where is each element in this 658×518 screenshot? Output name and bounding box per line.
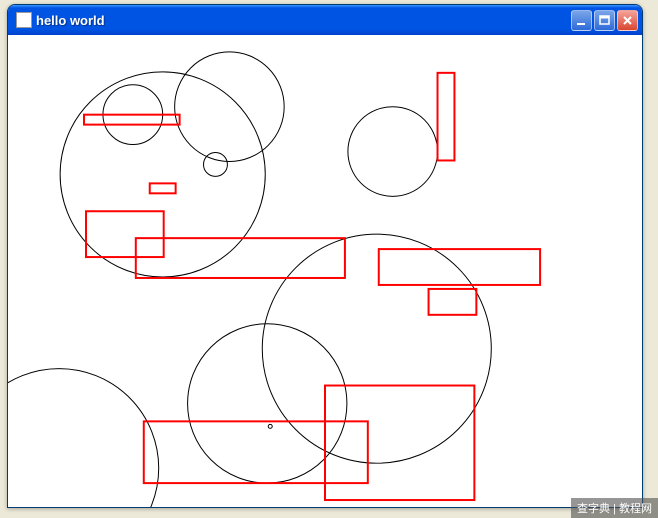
rectangle-shape (86, 211, 164, 257)
circle-shape (348, 107, 438, 197)
rectangle-shape (150, 183, 176, 193)
window-controls (571, 10, 638, 31)
app-icon (16, 12, 32, 28)
rectangle-shape (84, 115, 180, 125)
rectangle-shape (429, 289, 477, 315)
circle-shape (268, 424, 272, 428)
rectangle-shape (144, 421, 368, 483)
maximize-button[interactable] (594, 10, 615, 31)
circle-shape (175, 52, 285, 162)
application-window: hello world (7, 4, 643, 508)
rectangle-shape (379, 249, 540, 285)
minimize-button[interactable] (571, 10, 592, 31)
rectangle-shape (438, 73, 455, 161)
canvas-area (8, 35, 642, 507)
rectangle-shape (136, 238, 345, 278)
window-title: hello world (36, 13, 571, 28)
drawing-canvas (8, 35, 642, 507)
circle-shape (262, 234, 491, 463)
close-button[interactable] (617, 10, 638, 31)
circle-shape (188, 324, 347, 483)
titlebar[interactable]: hello world (8, 5, 642, 35)
watermark: 查字典 | 教程网 (571, 498, 658, 518)
circle-shape (204, 153, 228, 177)
circle-shape (8, 369, 159, 507)
